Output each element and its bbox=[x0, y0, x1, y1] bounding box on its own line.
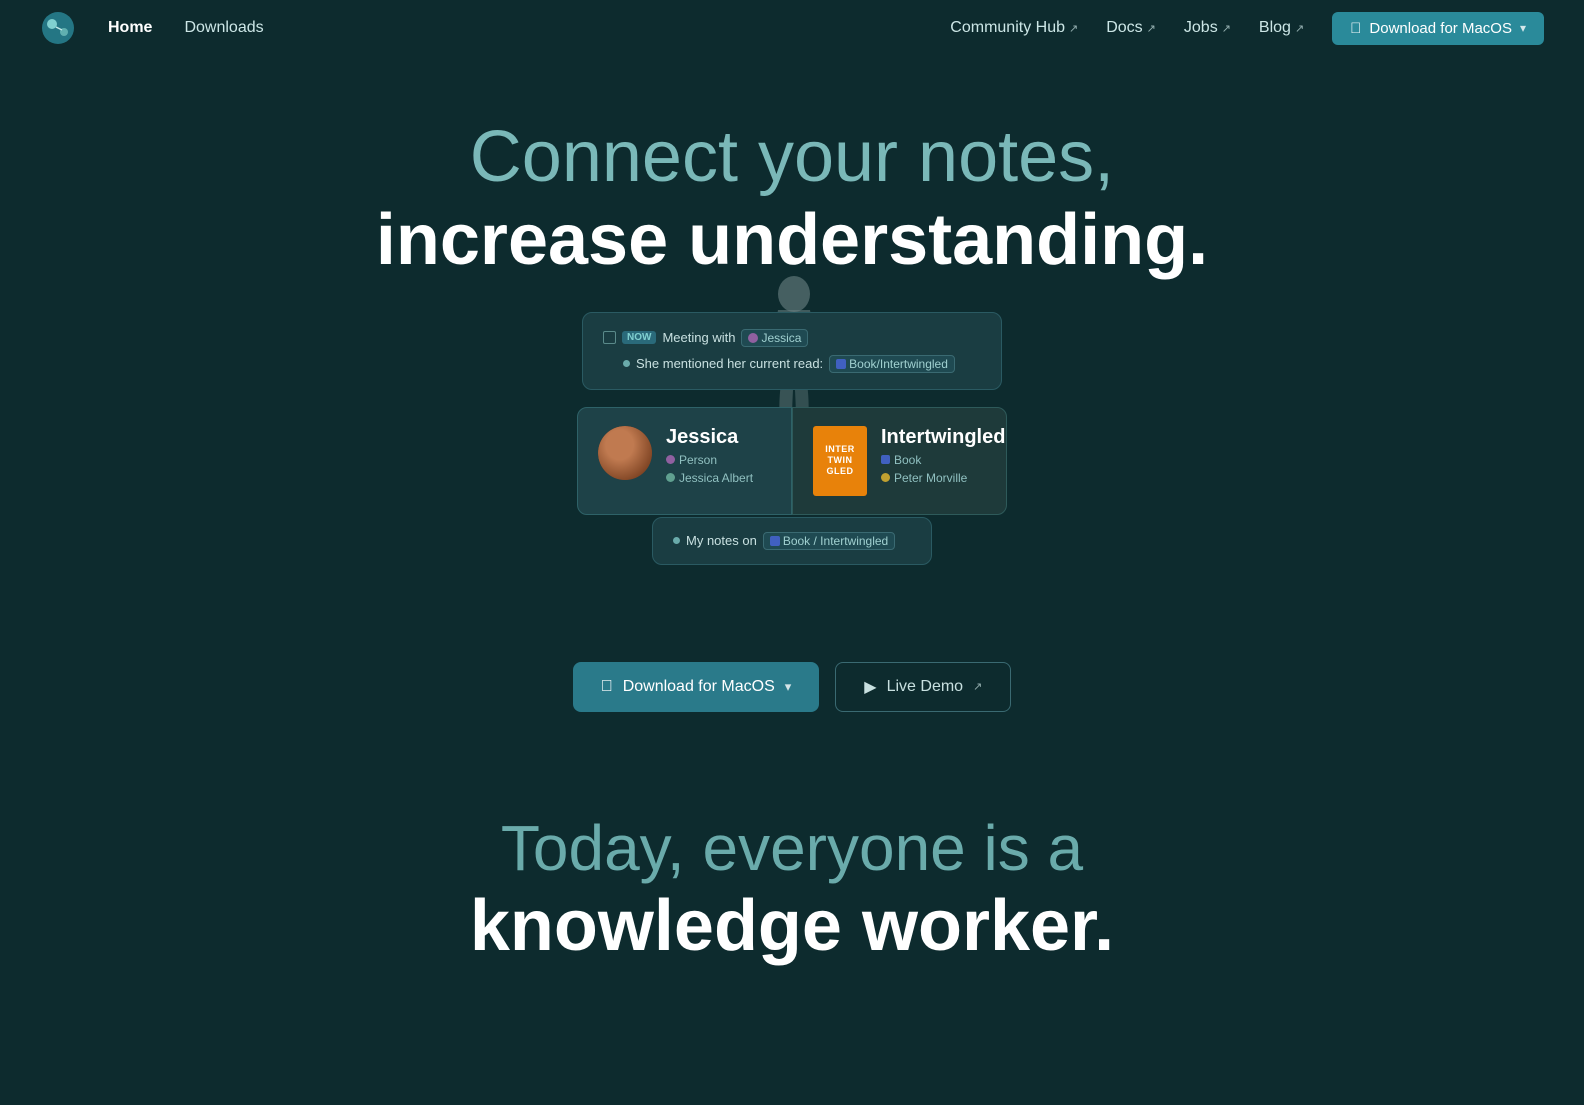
book-dot-icon bbox=[881, 455, 890, 464]
navbar: Home Downloads Community Hub ↗ Docs ↗ Jo… bbox=[0, 0, 1584, 56]
hero-title: Connect your notes, increase understandi… bbox=[376, 116, 1208, 282]
bottom-line2: knowledge worker. bbox=[0, 885, 1584, 968]
nav-downloads-link[interactable]: Downloads bbox=[184, 19, 263, 37]
hover-cards-container: Jessica Person Jessica Albert bbox=[577, 407, 1007, 515]
nav-home-link[interactable]: Home bbox=[108, 19, 152, 37]
jessica-tag[interactable]: Jessica bbox=[741, 329, 808, 347]
checkbox-icon bbox=[603, 331, 616, 344]
external-link-icon: ↗ bbox=[1147, 22, 1156, 35]
chevron-down-icon: ▾ bbox=[1520, 21, 1526, 35]
bottom-note-card: My notes on Book / Intertwingled bbox=[652, 517, 932, 565]
external-link-icon: ↗ bbox=[1295, 22, 1304, 35]
book-info: Intertwingled Book Peter Morville bbox=[881, 426, 1005, 485]
author-dot-icon bbox=[881, 473, 890, 482]
person-subtag: Jessica Albert bbox=[666, 471, 753, 485]
person-tag: Person bbox=[666, 453, 753, 467]
nav-docs-link[interactable]: Docs ↗ bbox=[1106, 19, 1156, 37]
external-link-icon: ↗ bbox=[1069, 22, 1078, 35]
person-icon bbox=[748, 333, 758, 343]
chevron-down-icon: ▾ bbox=[785, 679, 792, 695]
book-author-tag: Peter Morville bbox=[881, 471, 1005, 485]
external-link-icon: ↗ bbox=[1222, 22, 1231, 35]
book-icon bbox=[836, 359, 846, 369]
person-dot-icon bbox=[666, 455, 675, 464]
nav-download-button[interactable]:  Download for MacOS ▾ bbox=[1332, 12, 1544, 45]
demo-area: NOW Meeting with Jessica She mentioned h… bbox=[362, 302, 1222, 602]
book-cover: INTER TWIN GLED bbox=[813, 426, 867, 496]
book-title: Intertwingled bbox=[881, 426, 1005, 449]
book-tag: Book bbox=[881, 453, 1005, 467]
person-name: Jessica bbox=[666, 426, 753, 449]
cta-download-button[interactable]:  Download for MacOS ▾ bbox=[573, 662, 820, 712]
apple-icon:  bbox=[1350, 20, 1361, 37]
cta-section:  Download for MacOS ▾ ▶ Live Demo ↗ bbox=[573, 662, 1012, 712]
bullet-icon bbox=[673, 537, 680, 544]
bottom-section: Today, everyone is a knowledge worker. bbox=[0, 812, 1584, 1008]
logo-icon[interactable] bbox=[40, 10, 76, 46]
note-card: NOW Meeting with Jessica She mentioned h… bbox=[582, 312, 1002, 390]
hero-section: Connect your notes, increase understandi… bbox=[0, 56, 1584, 712]
apple-icon:  bbox=[601, 678, 613, 696]
nav-blog-link[interactable]: Blog ↗ bbox=[1259, 19, 1304, 37]
avatar bbox=[598, 426, 652, 480]
bottom-line1: Today, everyone is a bbox=[0, 812, 1584, 886]
person-info: Jessica Person Jessica Albert bbox=[666, 426, 753, 485]
person-card[interactable]: Jessica Person Jessica Albert bbox=[577, 407, 792, 515]
nav-community-hub-link[interactable]: Community Hub ↗ bbox=[950, 19, 1078, 37]
play-icon: ▶ bbox=[864, 677, 876, 697]
book-card[interactable]: INTER TWIN GLED Intertwingled Book Peter… bbox=[792, 407, 1007, 515]
external-link-icon: ↗ bbox=[973, 680, 982, 693]
nav-jobs-link[interactable]: Jobs ↗ bbox=[1184, 19, 1231, 37]
bullet-icon bbox=[623, 360, 630, 367]
link-dot-icon bbox=[666, 473, 675, 482]
now-badge: NOW bbox=[622, 331, 656, 344]
bottom-book-tag[interactable]: Book / Intertwingled bbox=[763, 532, 895, 550]
book-icon bbox=[770, 536, 780, 546]
cta-live-demo-button[interactable]: ▶ Live Demo ↗ bbox=[835, 662, 1011, 712]
book-tag[interactable]: Book/Intertwingled bbox=[829, 355, 955, 373]
